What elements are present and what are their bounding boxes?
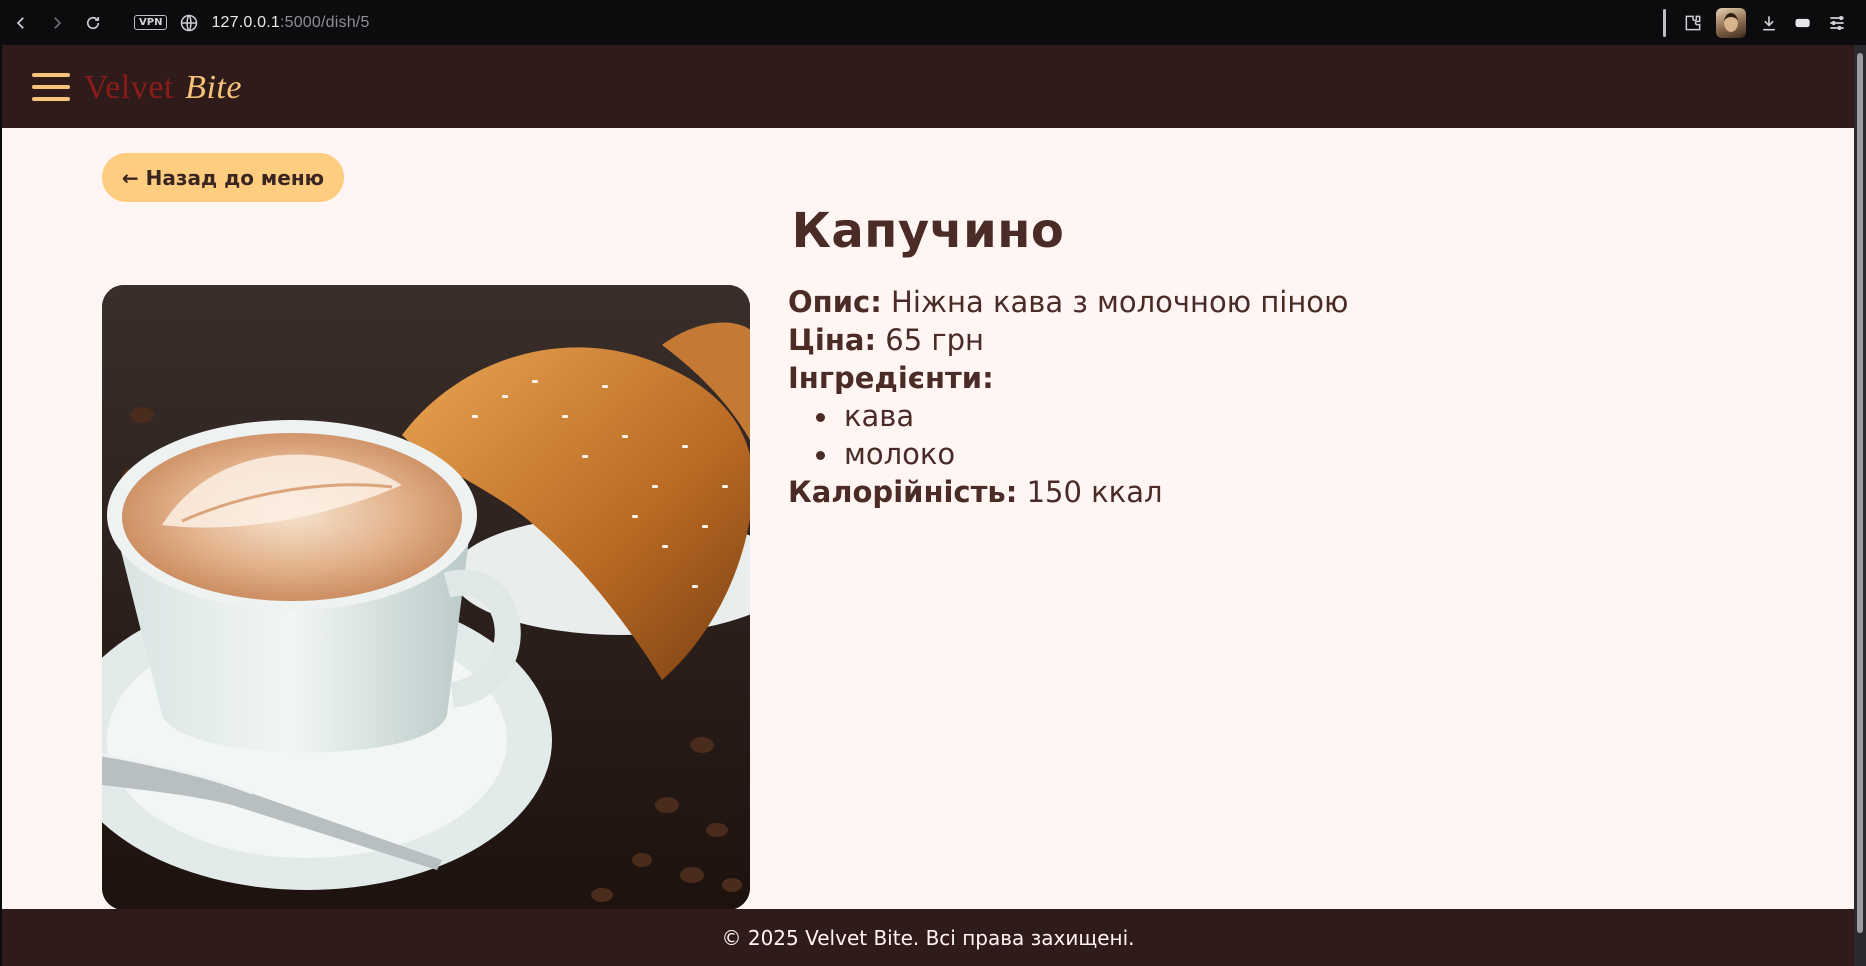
description-value: Ніжна кава з молочною піною [891, 285, 1349, 319]
menu-lines-icon[interactable] [1826, 12, 1848, 34]
footer-copyright: © 2025 Velvet Bite. Всі права захищені. [721, 925, 1135, 950]
description-row: Опис: Ніжна кава з молочною піною [788, 283, 1348, 321]
calories-label: Калорійність: [788, 475, 1018, 509]
globe-icon [181, 14, 198, 31]
price-label: Ціна: [788, 323, 877, 357]
price-value: 65 грн [885, 323, 985, 357]
address-bar[interactable]: 127.0.0.1:5000/dish/5 [211, 14, 369, 32]
battery-icon[interactable] [1792, 12, 1814, 34]
reload-icon[interactable] [78, 8, 108, 38]
list-item: молоко [816, 435, 1348, 473]
browser-toolbar: VPN 127.0.0.1:5000/dish/5 [0, 0, 1866, 45]
dish-details: Опис: Ніжна кава з молочною піною Ціна: … [788, 283, 1348, 511]
calories-value: 150 ккал [1026, 475, 1163, 509]
scrollbar-thumb[interactable] [1857, 53, 1863, 933]
url-path: :5000/dish/5 [279, 13, 370, 31]
list-item: кава [816, 397, 1348, 435]
toolbar-divider [1663, 8, 1666, 37]
extensions-icon[interactable] [1682, 12, 1704, 34]
logo-bite: Bite [185, 68, 242, 106]
price-row: Ціна: 65 грн [788, 321, 1348, 359]
calories-row: Калорійність: 150 ккал [788, 473, 1348, 511]
back-icon[interactable] [6, 8, 36, 38]
description-label: Опис: [788, 285, 882, 319]
logo-velvet: Velvet [84, 68, 174, 106]
vpn-badge[interactable]: VPN [134, 15, 168, 30]
hamburger-menu-icon[interactable] [32, 72, 70, 101]
back-to-menu-button[interactable]: ← Назад до меню [102, 153, 344, 202]
page: Velvet Bite ← Назад до меню Капучино Опи… [2, 45, 1854, 966]
site-logo[interactable]: Velvet Bite [84, 67, 242, 107]
url-host: 127.0.0.1 [211, 13, 280, 31]
profile-avatar[interactable] [1716, 7, 1746, 38]
ingredients-label: Інгредієнти: [788, 361, 994, 395]
ingredients-list: кава молоко [788, 397, 1348, 473]
scrollbar[interactable] [1854, 45, 1866, 966]
ingredients-row: Інгредієнти: [788, 359, 1348, 397]
download-icon[interactable] [1758, 12, 1780, 34]
site-header: Velvet Bite [2, 45, 1854, 128]
dish-title: Капучино [791, 203, 1065, 259]
dish-photo [102, 285, 750, 910]
toolbar-edge [1860, 0, 1866, 45]
forward-icon[interactable] [42, 8, 72, 38]
site-footer: © 2025 Velvet Bite. Всі права захищені. [2, 909, 1854, 966]
